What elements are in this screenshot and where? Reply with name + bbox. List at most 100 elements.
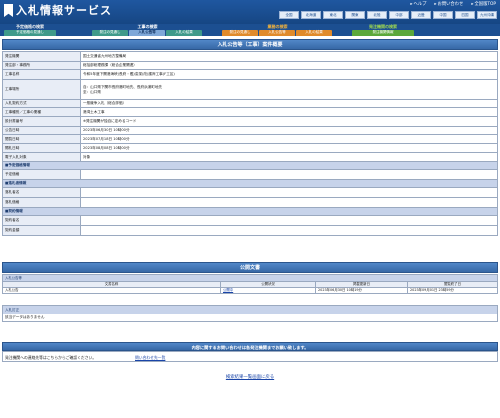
field-label-case-6: 設計書番号 bbox=[2, 116, 81, 127]
contact-link[interactable]: お問い合わせ bbox=[434, 2, 464, 7]
doc-status-link[interactable]: 公開中 bbox=[223, 288, 233, 292]
field-label-case-1: 発注部・事務所 bbox=[2, 61, 81, 70]
nav-group-services: 業務の検索 発注の見通し 入札公告等 入札の結果 bbox=[222, 24, 333, 36]
nav-tab-construction-outlook[interactable]: 発注の見通し bbox=[92, 30, 128, 36]
table-row: 契約者名 bbox=[2, 215, 498, 226]
field-value-case-10: 対象 bbox=[80, 152, 498, 162]
contact-section-title: 内容に関するお問い合わせは各発注機関までお願い致します。 bbox=[2, 342, 498, 351]
nav-group-title: 工事の検索 bbox=[137, 24, 158, 29]
case-section-title: 入札公告等（工事）案件概要 bbox=[2, 39, 498, 50]
field-label-case-7: 公告日時 bbox=[2, 126, 81, 135]
table-row: 工事場所 自：山口県下関市長府港町地先、長府浜浦町地先 至：山口県 bbox=[2, 79, 498, 100]
region-tabs: 全国 北海道 東北 関東 北陸 中部 近畿 中国 四国 九州沖縄 bbox=[279, 11, 497, 19]
nav-group-construction: 工事の検索 発注の見通し 入札公告等 入札の結果 bbox=[92, 24, 203, 36]
nav-tab-construction-results[interactable]: 入札の結果 bbox=[166, 30, 202, 36]
field-label-case-8: 閲覧日時 bbox=[2, 134, 81, 144]
field-value-case-2: 令和5年度下関港海峡(長府・鑑)浚渫(改)護岸工事(F工区) bbox=[80, 69, 498, 80]
nav-tab-services-outlook[interactable]: 発注の見通し bbox=[222, 30, 258, 36]
docs-table: 入札公告等 文書名称 公開状況 掲載更新日 閲覧終了日 入札公告 公開中 202… bbox=[2, 274, 498, 294]
region-tab-national[interactable]: 全国 bbox=[279, 11, 299, 19]
nav-tab-construction-notices[interactable]: 入札公告等 bbox=[129, 30, 165, 36]
nav-group-title: 発注機関の検索 bbox=[369, 24, 397, 29]
region-tab-kyushu[interactable]: 九州沖縄 bbox=[477, 11, 497, 19]
contact-row: 発注機関への連絡先等はこちらからご確認ください。 問い合わせ先一覧 bbox=[2, 351, 498, 362]
contract-subheader: ■契約情報 bbox=[2, 207, 498, 216]
nav-tab-services-notices[interactable]: 入札公告等 bbox=[259, 30, 295, 36]
table-row: 閲覧日時 2023年07月18日 10時00分 bbox=[2, 134, 498, 144]
field-value-winner-0 bbox=[80, 187, 498, 198]
field-value-case-1: 総括部総理務課（総合企業関連） bbox=[80, 61, 498, 70]
region-tab-chugoku[interactable]: 中国 bbox=[433, 11, 453, 19]
table-row: 公告日時 2023年06月30日 10時00分 bbox=[2, 126, 498, 135]
region-tab-kanto[interactable]: 関東 bbox=[345, 11, 365, 19]
field-value-case-4: 一般競争入札（総合評価） bbox=[80, 99, 498, 108]
region-tab-tohoku[interactable]: 東北 bbox=[323, 11, 343, 19]
region-tab-hokkaido[interactable]: 北海道 bbox=[301, 11, 321, 19]
table-row: 発注機関 国土交通省九州地方整備局 bbox=[2, 51, 498, 62]
field-label-case-5: 工事種別／工事の業種 bbox=[2, 107, 81, 117]
app-title: 入札情報サービス bbox=[16, 4, 112, 17]
top-links: ヘルプ お問い合わせ 全国版TOP bbox=[410, 2, 496, 7]
contact-text: 発注機関への連絡先等はこちらからご確認ください。 bbox=[5, 355, 97, 360]
field-label-contract-0: 契約者名 bbox=[2, 215, 81, 226]
field-label-case-10: 電子入札対象 bbox=[2, 152, 81, 162]
table-row: 設計書番号 ※発注機関が独自に定めるコード bbox=[2, 116, 498, 127]
estimate-subheader: ■予定価格情報 bbox=[2, 161, 498, 170]
table-row: 契約金額 bbox=[2, 225, 498, 236]
nav-group-agencies: 発注機関の検索 発注機関情報 bbox=[352, 24, 414, 36]
national-top-link[interactable]: 全国版TOP bbox=[471, 2, 497, 7]
bid-correction-body: 該当データはありません bbox=[3, 314, 497, 321]
field-label-case-3: 工事場所 bbox=[2, 79, 81, 100]
region-tab-chubu[interactable]: 中部 bbox=[389, 11, 409, 19]
field-label-case-4: 入札契約方式 bbox=[2, 99, 81, 108]
table-row: 予定価格 bbox=[2, 169, 498, 180]
region-tab-hokuriku[interactable]: 北陸 bbox=[367, 11, 387, 19]
winner-subheader: ■落札者情報 bbox=[2, 179, 498, 188]
field-value-estimate-0 bbox=[80, 169, 498, 180]
doc-name: 入札公告 bbox=[2, 287, 221, 294]
field-label-case-2: 工事名称 bbox=[2, 69, 81, 80]
field-label-case-0: 発注機関 bbox=[2, 51, 81, 62]
nav-tab-services-results[interactable]: 入札の結果 bbox=[296, 30, 332, 36]
table-row: 入札公告 公開中 2023年06月30日 10時19分 2023年09月01日 … bbox=[2, 287, 498, 294]
field-value-winner-1 bbox=[80, 197, 498, 208]
search-nav: 予定価格の検索 予定価格の見通し 工事の検索 発注の見通し 入札公告等 入札の結… bbox=[0, 24, 500, 36]
nav-group-title: 業務の検索 bbox=[267, 24, 288, 29]
bid-correction-header: 入札訂正 bbox=[3, 306, 497, 314]
case-summary-table: 発注機関 国土交通省九州地方整備局 発注部・事務所 総括部総理務課（総合企業関連） 工事… bbox=[2, 51, 498, 236]
table-row: 落札価格 bbox=[2, 197, 498, 208]
doc-updated: 2023年06月30日 10時19分 bbox=[315, 287, 408, 294]
nav-group-estimate: 予定価格の検索 予定価格の見通し bbox=[4, 24, 56, 36]
ribbon-logo-icon bbox=[4, 4, 13, 17]
table-row: 落札者名 bbox=[2, 187, 498, 198]
nav-tab-agency-info[interactable]: 発注機関情報 bbox=[352, 30, 414, 36]
table-row: 発注部・事務所 総括部総理務課（総合企業関連） bbox=[2, 61, 498, 70]
table-row: 工事種別／工事の業種 港湾土木工事 bbox=[2, 107, 498, 117]
field-value-contract-0 bbox=[80, 215, 498, 226]
header-bar: 入札情報サービス ヘルプ お問い合わせ 全国版TOP 全国 北海道 東北 関東 … bbox=[0, 0, 500, 24]
table-row: 工事名称 令和5年度下関港海峡(長府・鑑)浚渫(改)護岸工事(F工区) bbox=[2, 69, 498, 80]
contact-list-link[interactable]: 問い合わせ先一覧 bbox=[135, 352, 165, 363]
field-value-case-6: ※発注機関が独自に定めるコード bbox=[80, 116, 498, 127]
field-value-case-9: 2023年08月08日 10時00分 bbox=[80, 143, 498, 153]
region-tab-shikoku[interactable]: 四国 bbox=[455, 11, 475, 19]
field-label-estimate-0: 予定価格 bbox=[2, 169, 81, 180]
nav-group-title: 予定価格の検索 bbox=[16, 24, 44, 29]
field-value-case-0: 国土交通省九州地方整備局 bbox=[80, 51, 498, 62]
doc-end: 2023年09月01日 23時59分 bbox=[407, 287, 498, 294]
field-value-case-5: 港湾土木工事 bbox=[80, 107, 498, 117]
docs-section-title: 公開文書 bbox=[2, 262, 498, 273]
bid-correction-box: 入札訂正 該当データはありません bbox=[2, 305, 498, 322]
field-label-winner-0: 落札者名 bbox=[2, 187, 81, 198]
back-to-results-link[interactable]: 検索結果一覧画面に戻る bbox=[0, 375, 500, 380]
field-value-contract-1 bbox=[80, 225, 498, 236]
help-link[interactable]: ヘルプ bbox=[410, 2, 426, 7]
docs-group-label: 入札公告等 bbox=[2, 274, 498, 282]
field-value-case-8: 2023年07月18日 10時00分 bbox=[80, 134, 498, 144]
field-label-winner-1: 落札価格 bbox=[2, 197, 81, 208]
table-row: 電子入札対象 対象 bbox=[2, 152, 498, 162]
nav-tab-estimate-outlook[interactable]: 予定価格の見通し bbox=[4, 30, 56, 36]
region-tab-kinki[interactable]: 近畿 bbox=[411, 11, 431, 19]
field-value-case-3: 自：山口県下関市長府港町地先、長府浜浦町地先 至：山口県 bbox=[80, 79, 498, 100]
table-row: 入札契約方式 一般競争入札（総合評価） bbox=[2, 99, 498, 108]
